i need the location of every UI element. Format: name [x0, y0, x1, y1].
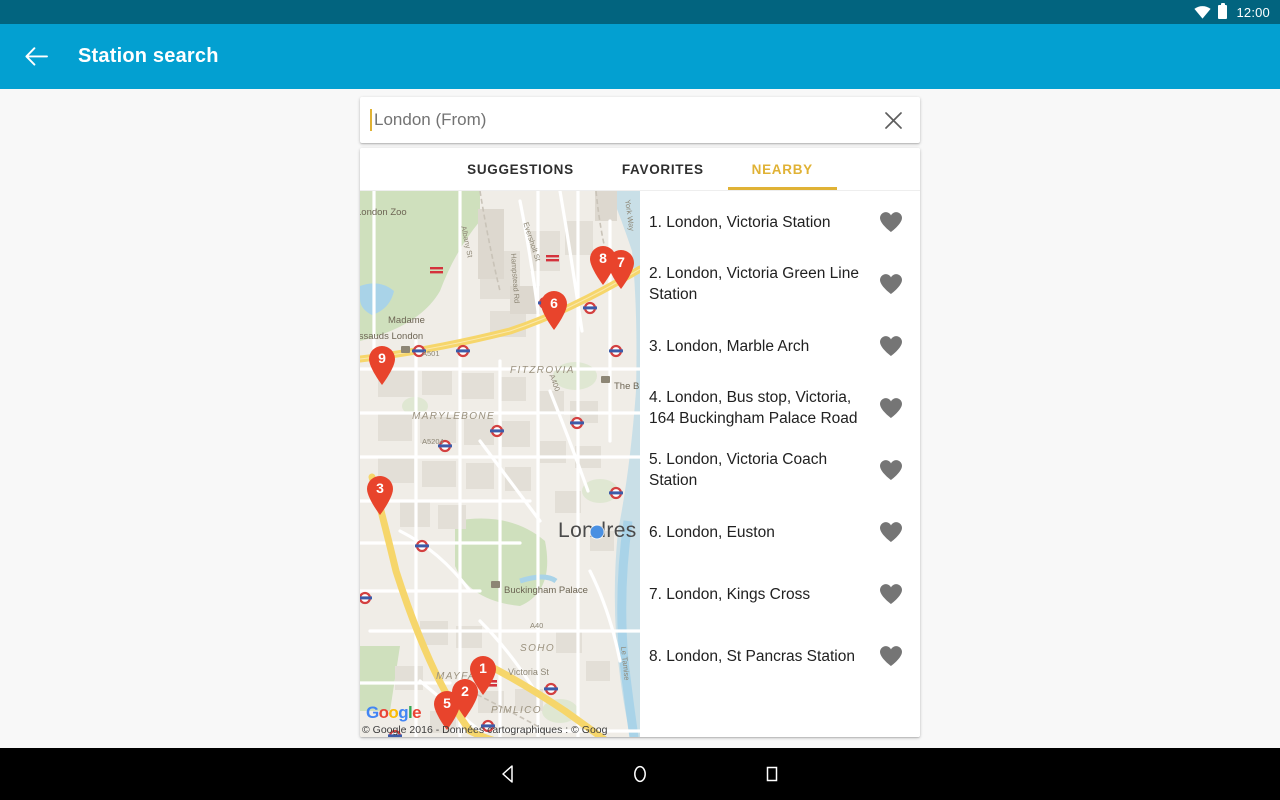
content-panes: London Zoo Albany St Eversholt St Hampst… [360, 190, 920, 737]
list-item[interactable]: 5. London, Victoria Coach Station [640, 439, 920, 501]
station-name: 5. London, Victoria Coach Station [649, 451, 828, 489]
tab-favorites-label: FAVORITES [621, 161, 704, 177]
google-logo-g1: G [366, 703, 379, 722]
nav-recents-icon[interactable] [756, 758, 788, 790]
close-icon[interactable] [880, 107, 906, 133]
search-field[interactable]: London (From) [360, 97, 920, 143]
page-title: Station search [78, 45, 219, 67]
status-time: 12:00 [1236, 4, 1270, 20]
search-input[interactable]: London (From) [372, 110, 880, 130]
station-name: 8. London, St Pancras Station [649, 647, 855, 665]
heart-icon[interactable] [878, 209, 904, 235]
map-marker-6-label: 6 [550, 295, 558, 311]
station-name: 3. London, Marble Arch [649, 337, 810, 355]
map-marker-9-label: 9 [378, 350, 386, 366]
map-marker-7-label: 7 [617, 254, 625, 270]
google-logo-e: e [412, 703, 421, 722]
list-item[interactable]: 3. London, Marble Arch [640, 315, 920, 377]
google-logo-g2: g [398, 703, 409, 722]
list-item[interactable]: 6. London, Euston [640, 501, 920, 563]
results-card: SUGGESTIONS FAVORITES NEARBY London Zoo … [360, 148, 920, 737]
back-arrow-icon[interactable] [24, 45, 48, 69]
app-screen: 12:00 Station search London (From) SUGGE… [0, 0, 1280, 800]
station-name: 7. London, Kings Cross [649, 585, 811, 603]
map-marker-7[interactable]: 7 [606, 250, 636, 290]
station-name: 1. London, Victoria Station [649, 213, 831, 231]
list-item[interactable]: 7. London, Kings Cross [640, 563, 920, 625]
list-item[interactable]: 1. London, Victoria Station [640, 191, 920, 253]
tab-favorites[interactable]: FAVORITES [598, 148, 728, 190]
map-view[interactable]: London Zoo Albany St Eversholt St Hampst… [360, 191, 640, 737]
status-bar: 12:00 [0, 0, 1280, 24]
heart-icon[interactable] [878, 519, 904, 545]
google-logo: Google [366, 703, 422, 723]
map-attribution: © Google 2016 - Données cartographiques … [362, 724, 608, 736]
station-name: 6. London, Euston [649, 523, 775, 541]
heart-icon[interactable] [878, 333, 904, 359]
battery-icon [1218, 3, 1228, 19]
tab-nearby-label: NEARBY [751, 161, 813, 177]
heart-icon[interactable] [878, 457, 904, 483]
tab-bar: SUGGESTIONS FAVORITES NEARBY [360, 148, 920, 190]
google-logo-o2: o [388, 703, 399, 722]
list-item[interactable]: 4. London, Bus stop, Victoria, 164 Bucki… [640, 377, 920, 439]
nav-home-icon[interactable] [624, 758, 656, 790]
map-marker-9[interactable]: 9 [367, 346, 397, 386]
heart-icon[interactable] [878, 581, 904, 607]
heart-icon[interactable] [878, 643, 904, 669]
list-item[interactable]: 8. London, St Pancras Station [640, 625, 920, 687]
map-marker-6[interactable]: 6 [539, 291, 569, 331]
map-marker-1-label: 1 [479, 660, 487, 676]
wifi-icon [1194, 5, 1212, 19]
map-marker-3[interactable]: 3 [365, 476, 395, 516]
google-logo-o1: o [378, 703, 389, 722]
tab-nearby[interactable]: NEARBY [727, 148, 838, 190]
station-name: 4. London, Bus stop, Victoria, 164 Bucki… [649, 389, 858, 427]
system-nav-bar [0, 748, 1280, 800]
tab-suggestions-label: SUGGESTIONS [467, 161, 574, 177]
current-location-dot [590, 525, 604, 539]
heart-icon[interactable] [878, 395, 904, 421]
map-marker-1[interactable]: 1 [468, 656, 498, 696]
station-name: 2. London, Victoria Green Line Station [649, 265, 859, 303]
heart-icon[interactable] [878, 271, 904, 297]
app-bar: Station search [0, 24, 1280, 89]
map-marker-3-label: 3 [376, 480, 384, 496]
list-item[interactable]: 2. London, Victoria Green Line Station [640, 253, 920, 315]
station-list: 1. London, Victoria Station 2. London, V… [640, 191, 920, 737]
status-icons: 12:00 [1194, 3, 1270, 20]
tab-suggestions[interactable]: SUGGESTIONS [443, 148, 598, 190]
nav-back-icon[interactable] [492, 758, 524, 790]
